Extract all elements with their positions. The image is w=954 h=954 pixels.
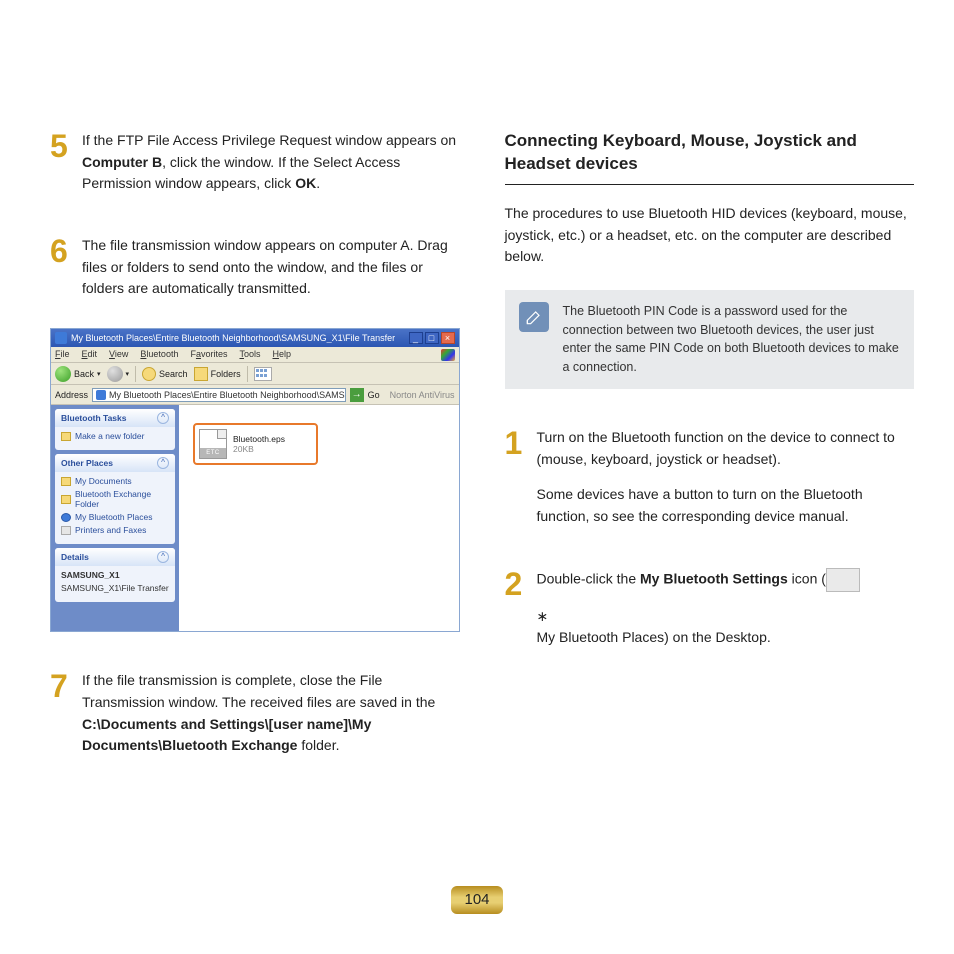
heading-rule: [505, 184, 915, 185]
panel-other-places: Other Places^ My Documents Bluetooth Exc…: [55, 454, 175, 544]
text: Double-click the: [537, 570, 641, 586]
folders-button[interactable]: Folders: [194, 367, 241, 381]
text: Some devices have a button to turn on th…: [537, 484, 915, 527]
link-bt-places[interactable]: My Bluetooth Places: [61, 512, 169, 522]
bluetooth-icon: [55, 332, 67, 344]
step-body: If the file transmission is complete, cl…: [82, 670, 460, 757]
note-box: The Bluetooth PIN Code is a password use…: [505, 290, 915, 389]
note-icon: [519, 302, 549, 332]
view-button[interactable]: [254, 367, 272, 381]
norton-label: Norton AntiVirus: [390, 390, 455, 400]
step-5: 5 If the FTP File Access Privilege Reque…: [50, 130, 460, 195]
search-button[interactable]: Search: [142, 367, 188, 381]
page-columns: 5 If the FTP File Access Privilege Reque…: [50, 130, 914, 797]
right-column: Connecting Keyboard, Mouse, Joystick and…: [505, 130, 915, 797]
details-sub: SAMSUNG_X1\File Transfer: [61, 583, 169, 593]
step-number: 2: [505, 568, 527, 649]
chevron-up-icon: ^: [157, 551, 169, 563]
text: .: [316, 175, 320, 191]
step-number: 5: [50, 130, 72, 195]
maximize-button[interactable]: □: [425, 332, 439, 344]
link-my-documents[interactable]: My Documents: [61, 476, 169, 486]
window-body: Bluetooth Tasks^ Make a new folder Other…: [51, 405, 459, 631]
panel-bluetooth-tasks: Bluetooth Tasks^ Make a new folder: [55, 409, 175, 450]
menu-favorites[interactable]: Favorites: [190, 349, 227, 360]
section-heading: Connecting Keyboard, Mouse, Joystick and…: [505, 130, 915, 176]
menu-bluetooth[interactable]: Bluetooth: [140, 349, 178, 360]
details-name: SAMSUNG_X1: [61, 570, 169, 580]
toolbar: Back▾ ▾ Search Folders: [51, 363, 459, 385]
panel-details: Details^ SAMSUNG_X1 SAMSUNG_X1\File Tran…: [55, 548, 175, 602]
windows-flag-icon: [441, 349, 455, 361]
go-label: Go: [368, 390, 380, 400]
menu-view[interactable]: View: [109, 349, 128, 360]
text: icon (: [788, 570, 826, 586]
intro-text: The procedures to use Bluetooth HID devi…: [505, 203, 915, 268]
panel-heading[interactable]: Other Places^: [55, 454, 175, 472]
text: Turn on the Bluetooth function on the de…: [537, 427, 915, 470]
chevron-up-icon: ^: [157, 457, 169, 469]
menu-help[interactable]: Help: [273, 349, 292, 360]
address-field[interactable]: My Bluetooth Places\Entire Bluetooth Nei…: [92, 388, 346, 402]
window-title: My Bluetooth Places\Entire Bluetooth Nei…: [71, 333, 409, 343]
chevron-up-icon: ^: [157, 412, 169, 424]
step-number: 6: [50, 235, 72, 300]
forward-button[interactable]: ▾: [107, 366, 130, 382]
menu-bar: File Edit View Bluetooth Favorites Tools…: [51, 347, 459, 363]
step-6: 6 The file transmission window appears o…: [50, 235, 460, 300]
address-label: Address: [55, 390, 88, 400]
separator: [247, 366, 248, 382]
menu-edit[interactable]: Edit: [82, 349, 98, 360]
file-meta: Bluetooth.eps 20KB: [233, 434, 285, 454]
page-number: 104: [451, 886, 503, 914]
step-2: 2 Double-click the My Bluetooth Settings…: [505, 568, 915, 649]
note-text: The Bluetooth PIN Code is a password use…: [563, 302, 901, 377]
close-button[interactable]: ×: [441, 332, 455, 344]
task-make-folder[interactable]: Make a new folder: [61, 431, 169, 441]
bold-text: My Bluetooth Settings: [640, 570, 788, 586]
text: ) on the Desktop.: [664, 629, 771, 645]
separator: [135, 366, 136, 382]
left-column: 5 If the FTP File Access Privilege Reque…: [50, 130, 460, 797]
link-printers[interactable]: Printers and Faxes: [61, 525, 169, 535]
step-7: 7 If the file transmission is complete, …: [50, 670, 460, 757]
text: The file transmission window appears on …: [82, 235, 460, 300]
step-1: 1 Turn on the Bluetooth function on the …: [505, 427, 915, 528]
file-size: 20KB: [233, 444, 285, 454]
panel-heading[interactable]: Details^: [55, 548, 175, 566]
bluetooth-icon: [96, 390, 106, 400]
sidebar: Bluetooth Tasks^ Make a new folder Other…: [51, 405, 179, 631]
file-area: ETC Bluetooth.eps 20KB: [179, 405, 459, 631]
step-body: The file transmission window appears on …: [82, 235, 460, 300]
minimize-button[interactable]: _: [409, 332, 423, 344]
panel-heading[interactable]: Bluetooth Tasks^: [55, 409, 175, 427]
file-name: Bluetooth.eps: [233, 434, 285, 444]
step-number: 7: [50, 670, 72, 757]
menu-file[interactable]: File: [55, 349, 70, 360]
text: If the FTP File Access Privilege Request…: [82, 132, 456, 148]
text: folder.: [297, 737, 339, 753]
bold-text: Computer B: [82, 154, 162, 170]
desktop-bluetooth-icon: [826, 568, 860, 592]
step-body: Turn on the Bluetooth function on the de…: [537, 427, 915, 528]
address-bar: Address My Bluetooth Places\Entire Bluet…: [51, 385, 459, 405]
file-item-highlighted[interactable]: ETC Bluetooth.eps 20KB: [193, 423, 318, 465]
pencil-icon: [524, 307, 544, 327]
embedded-window: My Bluetooth Places\Entire Bluetooth Nei…: [50, 328, 460, 632]
step-body: If the FTP File Access Privilege Request…: [82, 130, 460, 195]
text: If the file transmission is complete, cl…: [82, 672, 435, 710]
menu-tools[interactable]: Tools: [239, 349, 260, 360]
back-button[interactable]: Back▾: [55, 366, 101, 382]
bold-text: OK: [295, 175, 316, 191]
link-bt-exchange[interactable]: Bluetooth Exchange Folder: [61, 489, 169, 509]
step-number: 1: [505, 427, 527, 528]
window-controls: _ □ ×: [409, 332, 455, 344]
file-icon: ETC: [199, 429, 227, 459]
go-button[interactable]: →: [350, 388, 364, 402]
window-titlebar: My Bluetooth Places\Entire Bluetooth Nei…: [51, 329, 459, 347]
step-body: Double-click the My Bluetooth Settings i…: [537, 568, 915, 649]
